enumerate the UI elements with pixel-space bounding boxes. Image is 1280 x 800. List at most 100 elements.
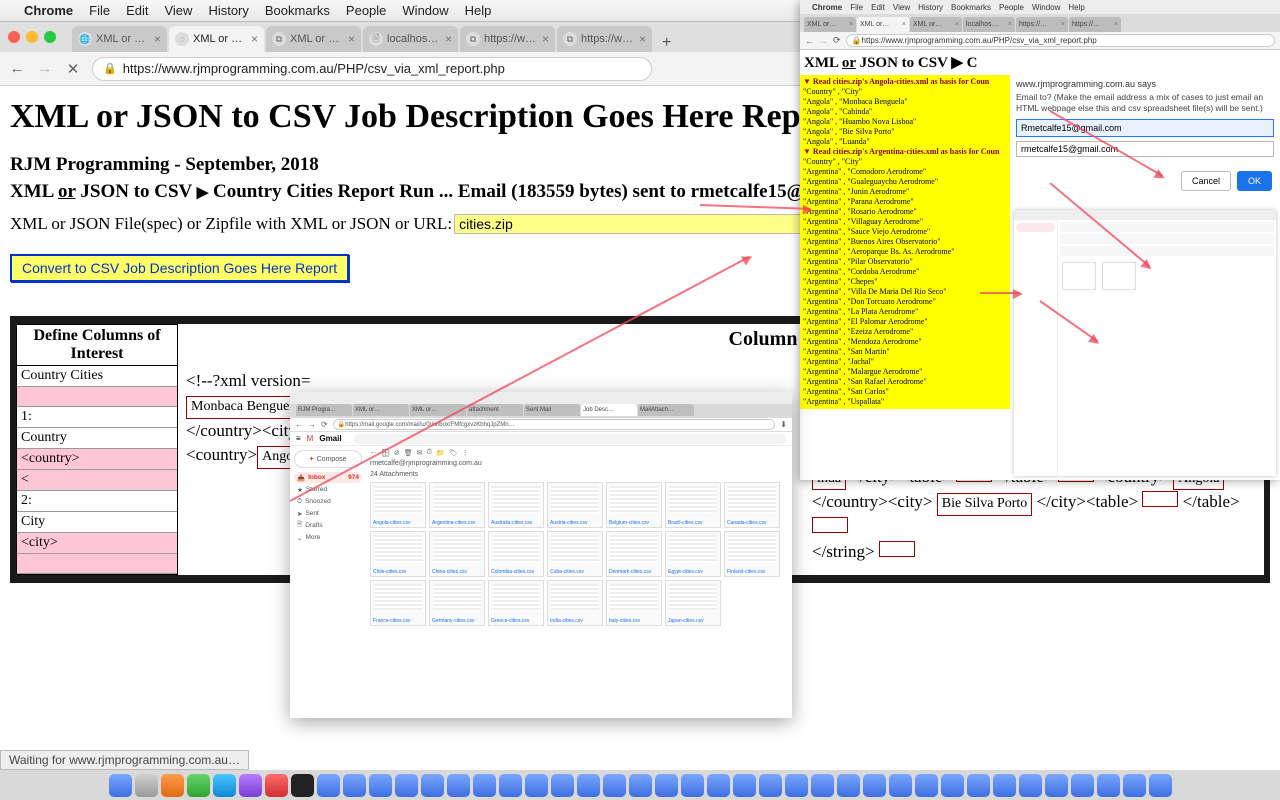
attachment-tile[interactable]: India-cities.csv [547,580,603,626]
mini-tab[interactable]: XML or…× [857,17,909,32]
spam-icon[interactable]: ⊘ [394,449,400,457]
tab-2[interactable]: ⧉XML or …× [266,26,361,52]
attachment-tile[interactable]: China-cities.csv [429,531,485,577]
dock-app[interactable] [343,774,366,797]
csv-section-header[interactable]: Read cities.zip's Argentina-cities.xml a… [813,147,1000,157]
more-icon[interactable]: ⋮ [462,449,469,457]
tab-4[interactable]: ⧉https://w…× [460,26,555,52]
attachment-tile[interactable]: Germany-cities.csv [429,580,485,626]
dialog-input[interactable] [1016,119,1274,137]
compose-button[interactable]: +Compose [294,450,362,468]
run-or[interactable]: or [58,181,76,202]
dock-app[interactable] [1097,774,1120,797]
xml-value-box[interactable] [1142,491,1178,507]
close-icon[interactable]: × [154,32,161,46]
dock-app[interactable] [733,774,756,797]
forward-button[interactable]: → [36,60,54,77]
dock-app[interactable] [1045,774,1068,797]
gb-tab[interactable]: Job Desc… [581,404,637,416]
dock-app[interactable] [525,774,548,797]
convert-button[interactable]: Convert to CSV Job Description Goes Here… [10,254,349,282]
attachment-tile[interactable]: Greece-cities.csv [488,580,544,626]
sidebar-item[interactable]: ⏱Snoozed [294,496,362,507]
menu-help[interactable]: Help [465,3,492,18]
col-cell[interactable] [17,554,177,574]
xml-value-box[interactable]: Monbaca Benguela [186,396,304,418]
menu-file[interactable]: File [89,3,110,18]
tab-0[interactable]: 🌐XML or …× [72,26,167,52]
dock-app[interactable] [811,774,834,797]
back-button[interactable]: ← [8,60,26,77]
reload-icon[interactable]: ⟳ [321,420,328,429]
reload-icon[interactable]: ⟳ [833,35,841,46]
forward-icon[interactable]: → [819,36,828,46]
menubar-app[interactable]: Chrome [24,3,73,18]
tab-1[interactable]: ◌XML or …× [169,26,264,52]
menu-icon[interactable]: ≡ [296,434,301,443]
gmail-message-row[interactable] [1060,222,1274,232]
mini-tab[interactable]: localhos…× [963,17,1015,32]
dock-app[interactable] [941,774,964,797]
back-icon[interactable]: ← [295,420,303,429]
dialog-cancel-button[interactable]: Cancel [1181,171,1231,191]
dock-app[interactable] [915,774,938,797]
dock-app[interactable] [317,774,340,797]
gmail-message-row[interactable] [1060,234,1274,244]
dock-app[interactable] [681,774,704,797]
dock-app[interactable] [421,774,444,797]
delete-icon[interactable]: 🗑 [404,449,413,457]
gb-tab[interactable]: attachment [467,404,523,416]
dialog-input-shadow[interactable] [1016,141,1274,157]
attachment-tile[interactable]: Finland-cities.csv [724,531,780,577]
unread-icon[interactable]: ✉ [417,449,423,457]
new-tab-button[interactable]: + [654,34,679,52]
tab-3[interactable]: 🗎localhos…× [363,26,458,52]
attachment-tile[interactable]: Colombia-cities.csv [488,531,544,577]
gb-tab[interactable]: MailAttach… [638,404,694,416]
dock-app[interactable] [655,774,678,797]
attachment-tile[interactable]: Chile-cities.csv [370,531,426,577]
dock-app[interactable] [603,774,626,797]
dock-app[interactable] [967,774,990,797]
attachment-tile[interactable]: Cuba-cities.csv [547,531,603,577]
col-cell[interactable]: <country> [17,449,177,470]
menu-history[interactable]: History [208,3,248,18]
dock-app[interactable] [863,774,886,797]
mini-menu[interactable]: People [999,3,1024,12]
mini-menu[interactable]: Window [1032,3,1060,12]
close-icon[interactable]: × [348,32,355,46]
mini-tab[interactable]: https://…× [1069,17,1121,32]
attachment-tile[interactable]: Canada-cities.csv [724,482,780,528]
dock-app[interactable] [759,774,782,797]
dock-app[interactable] [1019,774,1042,797]
download-icon[interactable]: ⬇ [780,420,787,429]
window-minimize-icon[interactable] [26,31,38,43]
gmail-attachment[interactable] [1062,262,1096,290]
dock-app[interactable] [577,774,600,797]
filespec-input[interactable] [454,214,814,234]
dock-app[interactable] [629,774,652,797]
mini-menu[interactable]: Help [1068,3,1084,12]
dock-app[interactable] [993,774,1016,797]
attachment-tile[interactable]: Italy-cities.csv [606,580,662,626]
attachment-tile[interactable]: Angola-cities.csv [370,482,426,528]
address-bar[interactable]: 🔒 https://www.rjmprogramming.com.au/PHP/… [92,57,652,81]
gb-tab[interactable]: XML or… [353,404,409,416]
mini-app[interactable]: Chrome [812,3,842,12]
search-input[interactable] [354,434,786,444]
dock-app[interactable] [135,774,158,797]
menu-edit[interactable]: Edit [126,3,148,18]
close-icon[interactable]: × [639,32,646,46]
dock-app[interactable] [499,774,522,797]
dock-app[interactable] [707,774,730,797]
attachment-tile[interactable]: Belgium-cities.csv [606,482,662,528]
tab-5[interactable]: ⧉https://w…× [557,26,652,52]
mini-tab[interactable]: XML or…× [910,17,962,32]
close-icon[interactable]: × [445,32,452,46]
col-cell[interactable] [17,387,177,407]
gmail-side-item[interactable] [1016,234,1055,243]
attachment-tile[interactable]: France-cities.csv [370,580,426,626]
col-cell[interactable]: Country Cities [17,366,177,387]
gmail-side-item[interactable] [1016,256,1055,265]
sidebar-item[interactable]: ➤Sent [294,508,362,519]
